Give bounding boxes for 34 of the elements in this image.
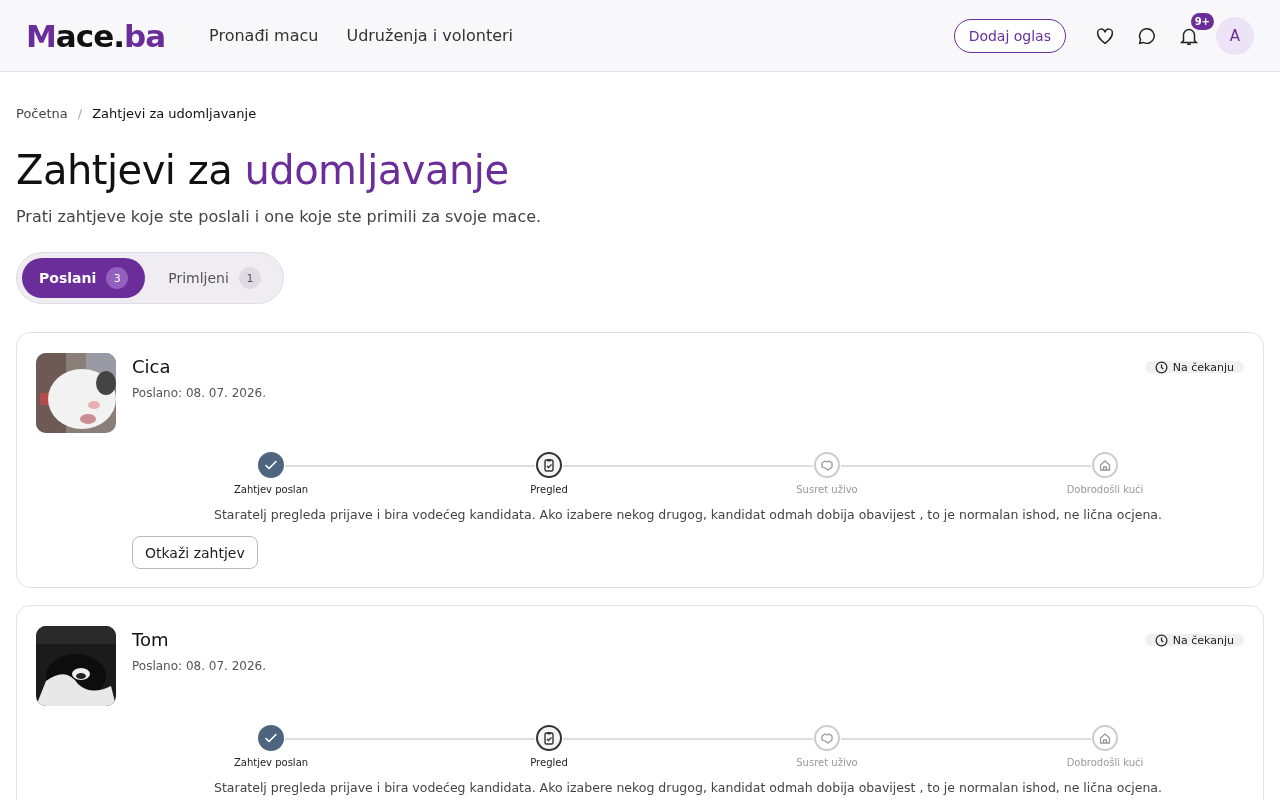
cat-name: Tom: [132, 629, 170, 650]
clock-icon: [1154, 633, 1168, 647]
avatar[interactable]: A: [1216, 16, 1254, 55]
step-label: Susret uživo: [796, 757, 858, 768]
notification-badge: 9+: [1190, 12, 1214, 30]
step-label: Zahtjev poslan: [233, 757, 309, 768]
status-text: Na čekanju: [1172, 360, 1234, 374]
breadcrumb-item: Zahtjevi za udomljavanje: [92, 106, 257, 121]
count-badge: 3: [106, 267, 129, 289]
step-label: Susret uživo: [796, 484, 858, 495]
breadcrumb-separator: /: [77, 106, 83, 121]
add-listing-button[interactable]: Dodaj oglas: [953, 18, 1066, 53]
page-subtitle: Prati zahtjeve koje ste poslali i one koje ste primili za svoje mace.: [16, 207, 543, 226]
page-title: Zahtjevi za udomljavanje: [16, 147, 510, 193]
logo[interactable]: Mace.ba: [26, 17, 166, 54]
tab[interactable]: Primljeni 1: [151, 258, 278, 298]
step-label: Pregled: [530, 757, 568, 768]
nav-link[interactable]: Pronađi macu: [209, 26, 319, 45]
status-text: Na čekanju: [1172, 633, 1234, 647]
cancel-request-button[interactable]: Otkaži zahtjev: [132, 536, 258, 569]
step-label: Dobrodošli kući: [1066, 757, 1144, 768]
nav-link[interactable]: Udruženja i volonteri: [346, 26, 514, 45]
step-label: Zahtjev poslan: [233, 484, 309, 495]
breadcrumb-item[interactable]: Početna: [16, 106, 68, 121]
step-description: Staratelj pregleda prijave i bira vodećeg kandidata. Ako izabere nekog drugog, kandidat odmah dobija obavijest , to je normalan ishod, ne lična ocjena.: [213, 780, 1163, 795]
count-badge: 1: [238, 267, 261, 289]
step-description: Staratelj pregleda prijave i bira vodećeg kandidata. Ako izabere nekog drugog, kandidat odmah dobija obavijest , to je normalan ishod, ne lična ocjena.: [213, 507, 1163, 522]
clock-icon: [1154, 360, 1168, 374]
sent-date: Poslano: 08. 07. 2026.: [132, 386, 267, 400]
cat-name: Cica: [132, 356, 172, 377]
step-label: Pregled: [530, 484, 568, 495]
tab[interactable]: Poslani 3: [22, 258, 146, 298]
step-label: Dobrodošli kući: [1066, 484, 1144, 495]
sent-date: Poslano: 08. 07. 2026.: [132, 659, 267, 673]
